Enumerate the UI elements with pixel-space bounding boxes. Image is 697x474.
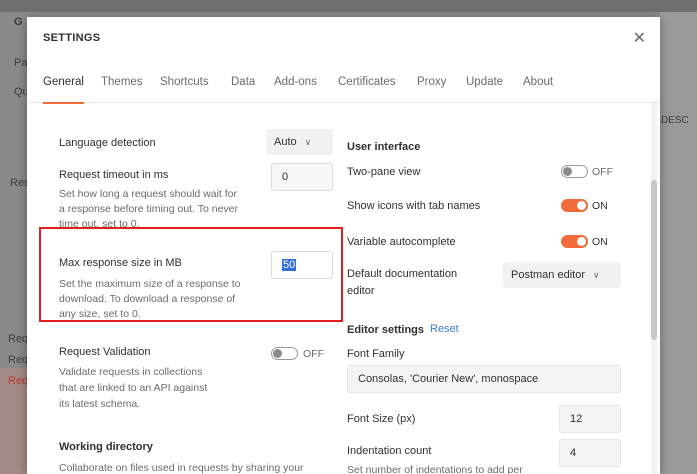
tab-update[interactable]: Update — [466, 75, 503, 103]
chevron-down-icon: ∨ — [304, 137, 312, 147]
background-fragment: Pa — [14, 57, 28, 69]
tab-about[interactable]: About — [523, 75, 553, 103]
request-timeout-input[interactable]: 0 — [271, 163, 333, 191]
chevron-down-icon: ∨ — [592, 270, 600, 280]
indentation-count-desc: Set number of indentations to add per — [347, 464, 523, 474]
settings-modal: SETTINGS ✕ General Themes Shortcuts Data… — [27, 17, 660, 474]
indentation-count-input[interactable]: 4 — [559, 439, 621, 467]
font-size-label: Font Size (px) — [347, 413, 416, 425]
tab-general[interactable]: General — [43, 75, 84, 104]
request-validation-desc-1: Validate requests in collections — [59, 366, 203, 378]
request-validation-desc-2: that are linked to an API against — [59, 382, 208, 394]
variable-autocomplete-state: ON — [592, 236, 608, 248]
request-validation-toggle[interactable] — [271, 347, 298, 360]
variable-autocomplete-label: Variable autocomplete — [347, 236, 456, 248]
background-tab-fragment: G — [14, 16, 23, 28]
show-icons-toggle[interactable] — [561, 199, 588, 212]
request-timeout-label: Request timeout in ms — [59, 169, 169, 181]
request-validation-label: Request Validation — [59, 346, 151, 358]
working-directory-desc: Collaborate on files used in requests by… — [59, 462, 304, 474]
two-pane-label: Two-pane view — [347, 166, 421, 178]
language-detection-select[interactable]: Auto ∨ — [266, 129, 333, 155]
request-timeout-desc-2: a response before timing out. To never — [59, 203, 238, 215]
toggle-knob — [577, 201, 586, 210]
request-timeout-desc-1: Set how long a request should wait for — [59, 188, 238, 200]
default-doc-label-1: Default documentation — [347, 268, 458, 280]
toggle-knob — [563, 167, 572, 176]
indentation-count-value: 4 — [570, 447, 577, 459]
font-size-value: 12 — [570, 413, 583, 425]
highlight-box — [39, 227, 343, 322]
tab-shortcuts[interactable]: Shortcuts — [160, 75, 209, 103]
reset-link[interactable]: Reset — [430, 323, 459, 335]
working-directory-title: Working directory — [59, 441, 153, 453]
variable-autocomplete-toggle[interactable] — [561, 235, 588, 248]
settings-content: Language detection Auto ∨ Request timeout… — [27, 103, 660, 474]
close-icon[interactable]: ✕ — [633, 28, 646, 48]
tab-add-ons[interactable]: Add-ons — [274, 75, 317, 103]
background-tab-strip — [0, 0, 697, 12]
default-doc-select[interactable]: Postman editor ∨ — [503, 262, 621, 288]
modal-title: SETTINGS — [43, 32, 101, 44]
tab-themes[interactable]: Themes — [101, 75, 143, 103]
background-right-panel — [660, 12, 697, 474]
font-family-input[interactable]: Consolas, 'Courier New', monospace — [347, 365, 621, 393]
tab-certificates[interactable]: Certificates — [338, 75, 396, 103]
request-validation-state: OFF — [303, 348, 324, 360]
font-family-label: Font Family — [347, 348, 405, 360]
indentation-count-label: Indentation count — [347, 445, 432, 457]
show-icons-state: ON — [592, 200, 608, 212]
tab-data[interactable]: Data — [231, 75, 255, 103]
two-pane-toggle[interactable] — [561, 165, 588, 178]
editor-settings-title: Editor settings — [347, 324, 425, 336]
language-detection-value: Auto — [274, 136, 297, 148]
user-interface-title: User interface — [347, 141, 421, 153]
default-doc-value: Postman editor — [511, 269, 585, 281]
settings-tabs: General Themes Shortcuts Data Add-ons Ce… — [27, 75, 660, 104]
font-family-value: Consolas, 'Courier New', monospace — [358, 373, 539, 385]
toggle-knob — [577, 237, 586, 246]
show-icons-label: Show icons with tab names — [347, 200, 481, 212]
font-size-input[interactable]: 12 — [559, 405, 621, 433]
background-fragment: DESC — [661, 115, 689, 126]
language-detection-label: Language detection — [59, 137, 156, 149]
default-doc-label-2: editor — [347, 285, 375, 297]
request-timeout-value: 0 — [282, 171, 289, 183]
two-pane-state: OFF — [592, 166, 613, 178]
request-validation-desc-3: its latest schema. — [59, 398, 141, 410]
toggle-knob — [273, 349, 282, 358]
tab-proxy[interactable]: Proxy — [417, 75, 446, 103]
scrollbar-thumb[interactable] — [651, 180, 657, 340]
